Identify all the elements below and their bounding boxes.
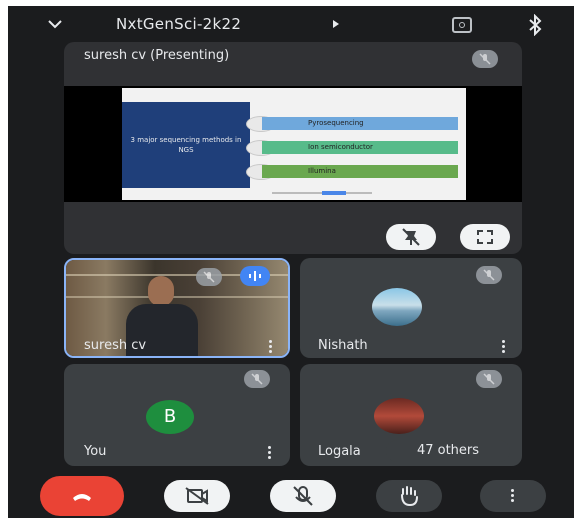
presentation-tile[interactable]: suresh cv (Presenting) 3 major sequencin… bbox=[64, 42, 522, 254]
participant-tile-speaker[interactable]: suresh cv bbox=[64, 258, 290, 358]
participant-name: Nishath bbox=[318, 338, 368, 353]
person-head bbox=[148, 276, 174, 306]
top-bar: NxtGenSci-2k22 bbox=[8, 6, 574, 42]
participant-name: You bbox=[84, 444, 107, 459]
hang-up-button[interactable] bbox=[40, 476, 124, 516]
mic-off-icon bbox=[472, 50, 498, 68]
meet-screen: NxtGenSci-2k22 suresh cv (Presenting) 3 … bbox=[8, 6, 574, 518]
participant-name: Logala bbox=[318, 444, 361, 459]
participant-tile-nishath[interactable]: Nishath bbox=[300, 258, 522, 358]
mic-off-icon bbox=[196, 268, 222, 286]
slide-method-3: Illumina bbox=[262, 165, 458, 178]
raise-hand-button[interactable] bbox=[376, 480, 442, 512]
speaking-indicator-icon bbox=[240, 266, 270, 286]
hang-up-icon bbox=[73, 494, 91, 501]
slide-progress-fill bbox=[322, 191, 346, 195]
meeting-info-arrow-icon[interactable] bbox=[333, 20, 339, 28]
more-options-button[interactable] bbox=[480, 480, 546, 512]
avatar-letter: B bbox=[163, 406, 177, 427]
avatar bbox=[374, 398, 424, 434]
more-options-icon[interactable] bbox=[269, 340, 273, 354]
fullscreen-button[interactable] bbox=[460, 224, 510, 250]
participant-tile-you[interactable]: B You bbox=[64, 364, 290, 466]
raise-hand-icon bbox=[401, 486, 418, 507]
camera-toggle-button[interactable] bbox=[164, 480, 230, 512]
more-options-icon[interactable] bbox=[502, 340, 506, 354]
mic-off-icon bbox=[244, 370, 270, 388]
slide-heading: 3 major sequencing methods in NGS bbox=[122, 102, 250, 188]
more-options-icon[interactable] bbox=[268, 446, 272, 460]
presentation-slide: 3 major sequencing methods in NGS Pyrose… bbox=[122, 88, 466, 200]
chevron-down-icon[interactable] bbox=[48, 17, 62, 31]
more-options-icon bbox=[511, 489, 515, 503]
avatar bbox=[372, 288, 422, 326]
fullscreen-icon bbox=[477, 230, 493, 244]
screenshot-frame: NxtGenSci-2k22 suresh cv (Presenting) 3 … bbox=[0, 0, 583, 522]
mic-off-icon bbox=[476, 370, 502, 388]
shared-screen: 3 major sequencing methods in NGS Pyrose… bbox=[64, 86, 522, 202]
camera-off-icon bbox=[185, 487, 209, 505]
camera-flip-icon[interactable] bbox=[452, 17, 472, 33]
slide-method-1: Pyrosequencing bbox=[262, 117, 458, 130]
presenter-label: suresh cv (Presenting) bbox=[84, 48, 230, 63]
meeting-title[interactable]: NxtGenSci-2k22 bbox=[116, 15, 241, 33]
mic-off-icon bbox=[293, 486, 313, 506]
participant-name: suresh cv bbox=[84, 338, 147, 353]
pin-off-icon bbox=[402, 228, 420, 246]
avatar: B bbox=[146, 400, 194, 434]
bluetooth-icon[interactable] bbox=[528, 14, 542, 36]
bookshelf-lines bbox=[66, 296, 288, 298]
mic-off-icon bbox=[476, 266, 502, 284]
mic-toggle-button[interactable] bbox=[270, 480, 336, 512]
pin-button[interactable] bbox=[386, 224, 436, 250]
others-count-badge[interactable]: 47 others bbox=[386, 440, 510, 462]
slide-method-2: Ion semiconductor bbox=[262, 141, 458, 154]
